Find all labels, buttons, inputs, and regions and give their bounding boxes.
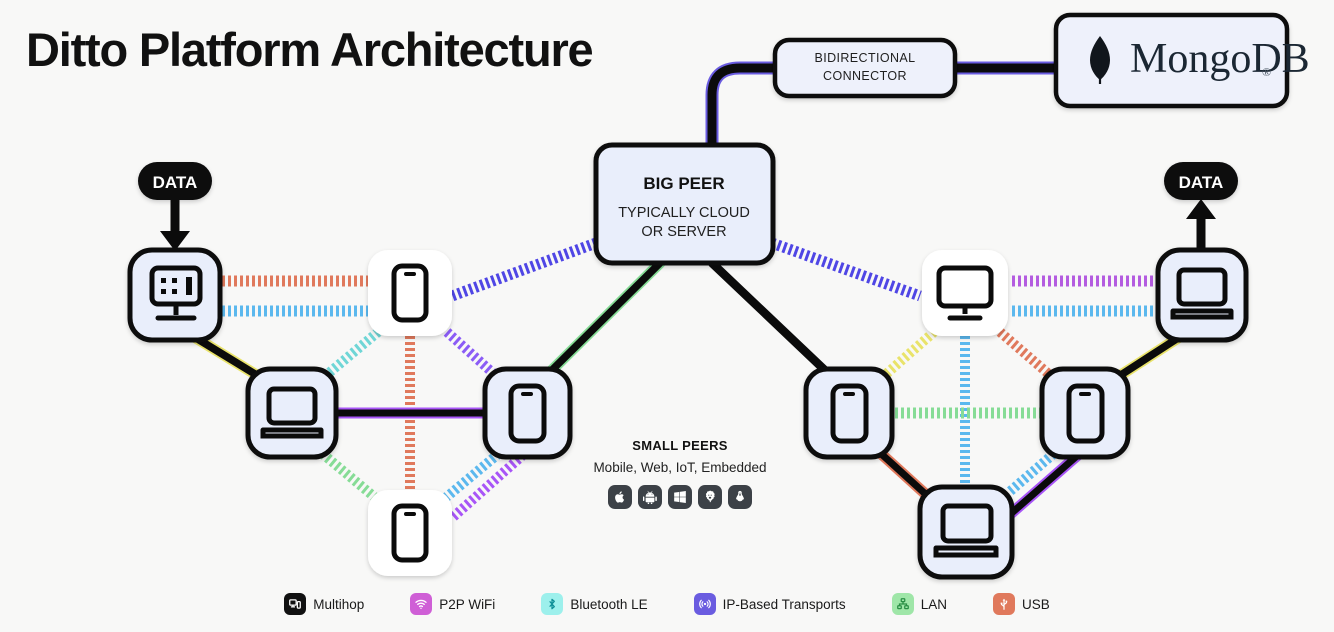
phone-speaker-icon: [521, 392, 533, 396]
big-peer-subtitle-2: OR SERVER: [641, 224, 726, 240]
diagram-canvas: Ditto Platform Architecture BIG PEER TYP…: [0, 0, 1334, 632]
edge-laptopleft-phoneleft3-lan: [314, 446, 382, 504]
data-out-arrow-head: [1186, 199, 1216, 219]
mongodb-wordmark: MongoDB: [1130, 36, 1310, 82]
windows-icon: [668, 485, 692, 509]
wifi-icon: [410, 593, 433, 615]
edge-bigpeer-connector-halo: [705, 61, 782, 157]
mongodb-node[interactable]: MongoDB ®: [1053, 12, 1310, 109]
data-out-label: DATA: [1179, 173, 1224, 192]
laptop-node-right-box: [1155, 247, 1249, 343]
legend: Multihop P2P WiFi Bluetooth LE IP-Based …: [0, 586, 1334, 622]
laptop-node-bottom[interactable]: [917, 484, 1015, 580]
edge-bigpeer-phone-left2: [541, 259, 664, 381]
legend-item-usb[interactable]: USB: [992, 593, 1050, 615]
laptop-node-right[interactable]: [1155, 247, 1249, 343]
phone-node-right-2[interactable]: [1039, 366, 1131, 460]
edge-bigpeer-desktop-right-ip: [770, 237, 922, 302]
mongodb-registered-mark: ®: [1262, 65, 1271, 79]
phone-node-left-2[interactable]: [482, 366, 573, 460]
phone-node-right-2-box: [1039, 366, 1131, 460]
big-peer-title: BIG PEER: [643, 174, 724, 193]
phone-node-left-3-box: [368, 490, 452, 576]
apple-icon: [608, 485, 632, 509]
data-in-label: DATA: [153, 173, 198, 192]
phone-node-left-1-box: [368, 250, 452, 336]
legend-item-ip-based-transports[interactable]: IP-Based Transports: [693, 593, 846, 615]
legend-label: P2P WiFi: [439, 596, 496, 612]
phone-speaker-icon: [1079, 392, 1091, 396]
legend-label: Bluetooth LE: [570, 596, 648, 612]
data-out-group: DATA: [1164, 162, 1238, 252]
platform-icon-row: [570, 485, 790, 509]
bidirectional-connector-node[interactable]: BIDIRECTIONAL CONNECTOR: [772, 37, 958, 99]
usb-icon: [992, 593, 1015, 615]
edge-bigpeer-phone-left1-ip: [450, 237, 598, 302]
server-node-box: [127, 247, 223, 343]
phone-node-left-3[interactable]: [368, 490, 452, 576]
bluetooth-icon: [541, 593, 564, 615]
phone-node-left-1[interactable]: [368, 250, 452, 336]
antenna-icon: [693, 593, 716, 615]
phone-speaker-icon: [404, 512, 416, 516]
desktop-node-right[interactable]: [922, 250, 1008, 336]
legend-label: IP-Based Transports: [722, 596, 846, 612]
small-peers-title: SMALL PEERS: [632, 438, 728, 453]
legend-label: LAN: [920, 596, 947, 612]
phone-speaker-icon: [843, 392, 855, 396]
big-peer-node[interactable]: BIG PEER TYPICALLY CLOUD OR SERVER: [593, 142, 776, 266]
desktop-node-right-box: [922, 250, 1008, 336]
edge-phoneleft2-phoneleft3-ble: [439, 446, 507, 504]
raspberry-pi-icon: [698, 485, 722, 509]
legend-label: USB: [1021, 596, 1050, 612]
big-peer-box: [593, 142, 776, 266]
edge-phoneright1-laptopbottom: [873, 446, 936, 504]
android-icon: [638, 485, 662, 509]
big-peer-subtitle-1: TYPICALLY CLOUD: [618, 205, 750, 221]
small-peers-block: SMALL PEERS Mobile, Web, IoT, Embedded: [570, 438, 790, 509]
legend-item-p2p-wifi[interactable]: P2P WiFi: [410, 593, 495, 615]
multihop-icon: [284, 593, 307, 615]
legend-label: Multihop: [313, 596, 365, 612]
server-node[interactable]: [127, 247, 223, 343]
legend-item-multihop[interactable]: Multihop: [284, 593, 364, 615]
phone-node-right-1-box: [803, 366, 895, 460]
laptop-node-bottom-box: [917, 484, 1015, 580]
phone-speaker-icon: [404, 272, 416, 276]
legend-item-bluetooth-le[interactable]: Bluetooth LE: [541, 593, 648, 615]
linux-icon: [728, 485, 752, 509]
phone-node-left-2-box: [482, 366, 573, 460]
data-in-group: DATA: [138, 162, 212, 251]
legend-item-lan[interactable]: LAN: [891, 593, 947, 615]
phone-node-right-1[interactable]: [803, 366, 895, 460]
laptop-node-left-box: [245, 366, 339, 460]
connector-label-1: BIDIRECTIONAL: [814, 51, 915, 65]
lan-icon: [891, 593, 914, 615]
laptop-node-left[interactable]: [245, 366, 339, 460]
connector-label-2: CONNECTOR: [823, 69, 907, 83]
connector-box: [772, 37, 958, 99]
small-peers-subtitle: Mobile, Web, IoT, Embedded: [593, 460, 767, 475]
edge-bigpeer-phone-right1: [707, 258, 837, 382]
architecture-graph: BIG PEER TYPICALLY CLOUD OR SERVER BIDIR…: [127, 12, 1310, 580]
